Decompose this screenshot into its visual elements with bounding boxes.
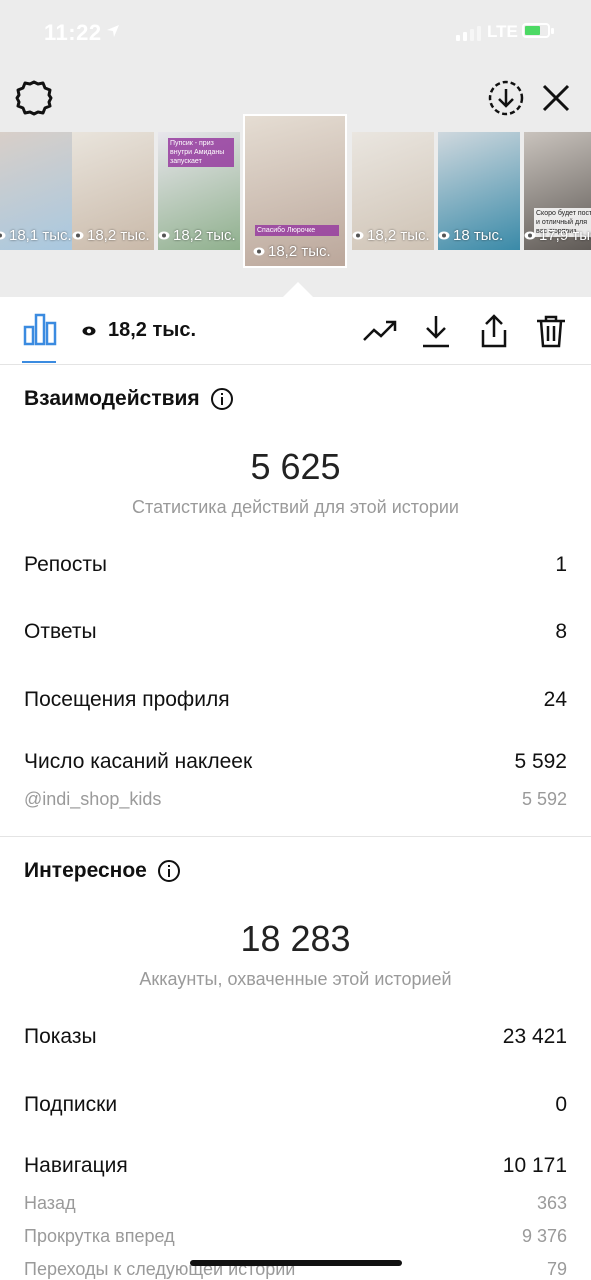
story-thumbnail[interactable]: 18,2 тыс. [352,132,434,250]
thumbnail-views: 18 тыс. [438,227,503,244]
discovery-total: 18 283 [240,918,351,959]
stat-row-navigation: Навигация 10 171 [24,1154,567,1177]
thumbnail-views: 18,2 тыс. [253,243,331,260]
eye-icon [72,231,84,240]
view-count: 18,2 тыс. [82,319,196,342]
thumbnail-views: 18,2 тыс. [72,227,150,244]
active-tab-underline [22,361,56,363]
thumbnail-views: 17,9 тыс. [524,227,591,244]
eye-icon [158,231,170,240]
trash-icon[interactable] [533,313,569,349]
story-thumbnail-selected[interactable]: Спасибо Люрочке 18,2 тыс. [243,114,347,268]
trend-up-icon[interactable] [362,313,398,349]
eye-icon [82,326,96,335]
download-icon[interactable] [418,313,454,349]
stats-toolbar: 18,2 тыс. [0,297,591,365]
status-bar: 11:22 LTE [0,0,591,66]
eye-icon [524,231,536,240]
info-icon[interactable] [157,859,181,883]
stat-row-profile-visits: Посещения профиля 24 [24,688,567,711]
view-count-value: 18,2 тыс. [108,319,197,341]
eye-icon [352,231,364,240]
location-icon [107,25,119,37]
story-thumbnail[interactable]: 18 тыс. [438,132,520,250]
section-title-interactions: Взаимодействия [24,387,234,411]
thumbnail-tag: Пупсик - приз внутри Амиданы запускает [168,138,234,167]
eye-icon [0,231,6,240]
story-thumbnail[interactable]: Скоро будет пост и отличный для вас сюрп… [524,132,591,250]
network-label: LTE [487,22,518,41]
close-icon[interactable] [538,80,574,116]
status-time: 11:22 [44,20,102,45]
thumbnail-tag: Спасибо Люрочке [255,225,339,236]
gear-icon[interactable] [14,78,54,118]
stat-row-replies: Ответы 8 [24,620,567,643]
thumbnail-views: 18,2 тыс. [352,227,430,244]
stat-subrow-sticker: @indi_shop_kids 5 592 [24,789,567,809]
home-indicator[interactable] [190,1260,402,1266]
stat-subrow-back: Назад 363 [24,1193,567,1213]
share-icon[interactable] [476,313,512,349]
download-circle-icon[interactable] [486,78,526,118]
stat-row-sticker-taps: Число касаний наклеек 5 592 [24,750,567,773]
stat-subrow-forward: Прокрутка вперед 9 376 [24,1226,567,1246]
story-thumbnail[interactable]: 18,2 тыс. [72,132,154,250]
story-thumbnail[interactable]: 18,1 тыс. [0,132,76,250]
interactions-caption: Статистика действий для этой истории [132,497,459,517]
thumbnail-views: 18,2 тыс. [158,227,236,244]
thumbnail-views: 18,1 тыс. [0,227,72,244]
section-title-discovery: Интересное [24,859,181,883]
interactions-total: 5 625 [250,446,341,487]
stat-row-follows: Подписки 0 [24,1093,567,1116]
signal-icon [456,26,481,41]
section-divider [0,836,591,837]
info-icon[interactable] [210,387,234,411]
bar-chart-icon[interactable] [22,311,58,347]
stat-row-impressions: Показы 23 421 [24,1025,567,1048]
selected-pointer [282,282,314,298]
eye-icon [253,247,265,256]
discovery-caption: Аккаунты, охваченные этой историей [139,969,452,989]
eye-icon [438,231,450,240]
story-header: 11:22 LTE 18,1 тыс. 18,2 тыс. Пупсик - п… [0,0,591,297]
story-thumbnails: 18,1 тыс. 18,2 тыс. Пупсик - приз внутри… [0,114,591,270]
battery-icon [522,23,554,38]
story-thumbnail[interactable]: Пупсик - приз внутри Амиданы запускает 1… [158,132,240,250]
stat-row-reposts: Репосты 1 [24,553,567,576]
